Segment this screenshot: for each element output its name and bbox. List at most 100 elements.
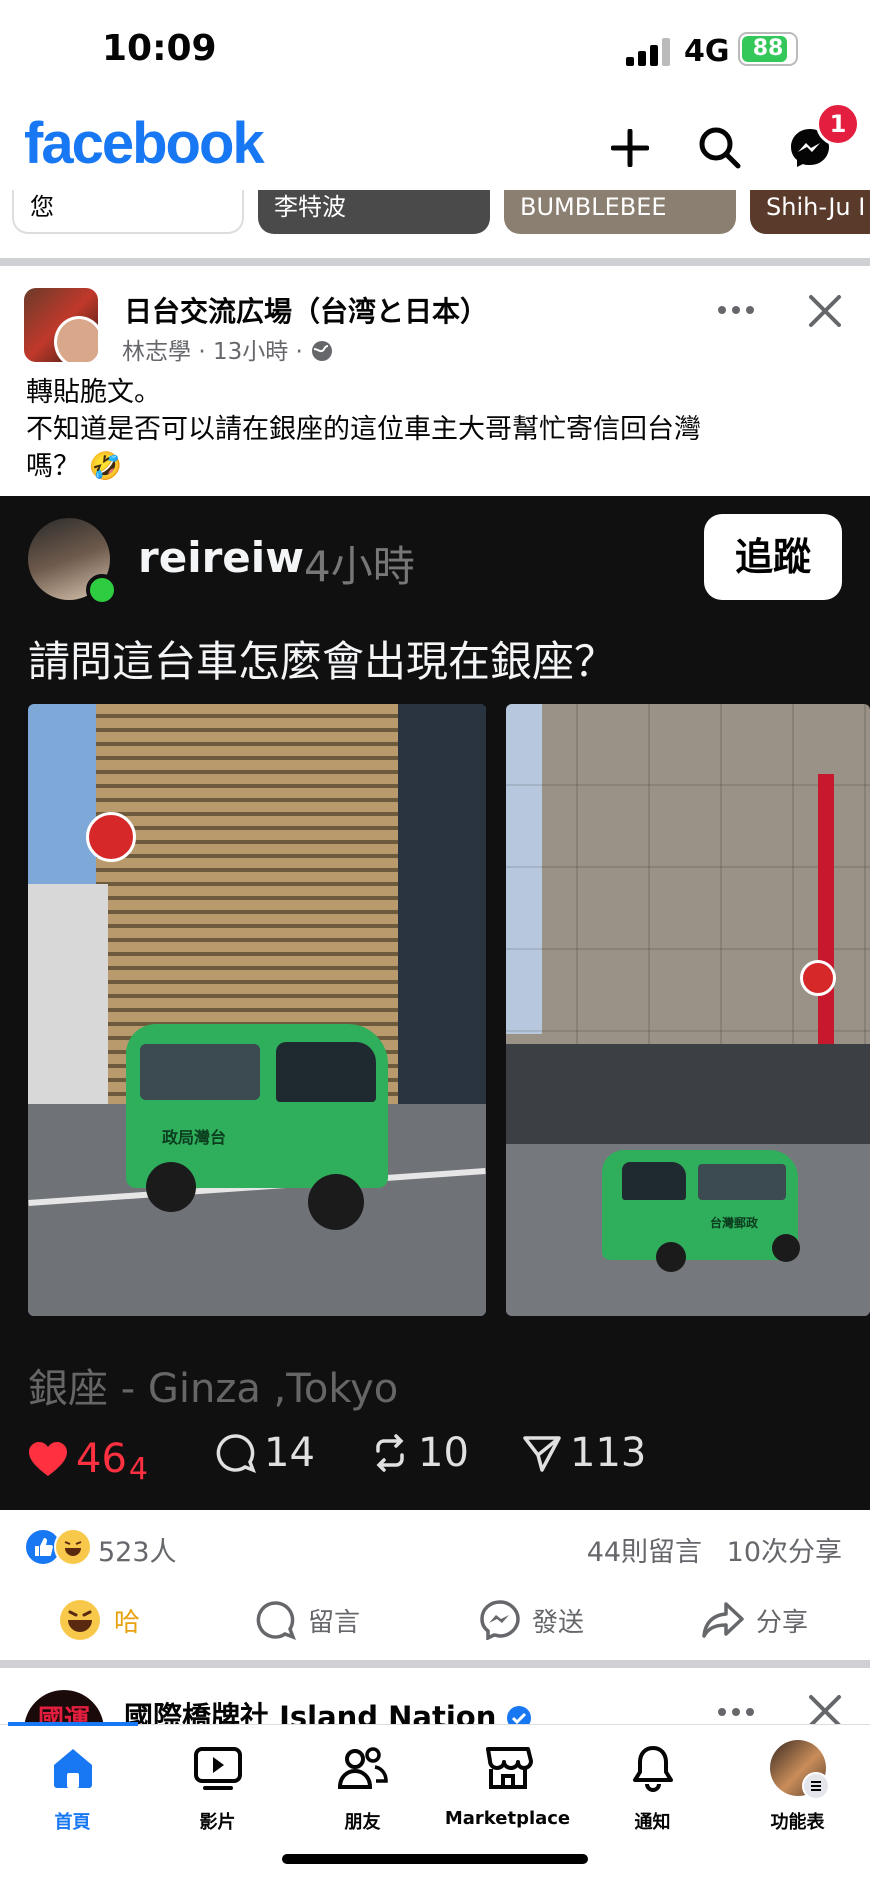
haha-button[interactable]: 哈 bbox=[58, 1596, 140, 1644]
tab-label: 功能表 bbox=[770, 1812, 825, 1833]
tab-friends[interactable]: 朋友 bbox=[290, 1738, 435, 1834]
battery-level: 88 bbox=[752, 36, 784, 61]
tab-video[interactable]: 影片 bbox=[145, 1738, 290, 1834]
home-icon bbox=[53, 1749, 92, 1788]
threads-comments: 14 bbox=[216, 1430, 315, 1476]
threads-likes: 46 4 bbox=[28, 1430, 148, 1487]
tab-marketplace[interactable]: Marketplace bbox=[435, 1738, 580, 1829]
battery-icon: 88 bbox=[738, 32, 798, 66]
haha-label: 哈 bbox=[114, 1607, 141, 1638]
tab-label: 通知 bbox=[634, 1812, 671, 1833]
threads-time: 4小時 bbox=[304, 542, 415, 591]
send-icon bbox=[523, 1436, 561, 1472]
divider bbox=[0, 258, 870, 266]
video-icon bbox=[193, 1747, 242, 1790]
status-bar: 10:09 4G 88 bbox=[0, 0, 870, 100]
tab-menu[interactable]: 功能表 bbox=[725, 1738, 870, 1834]
share-label: 分享 bbox=[756, 1607, 809, 1638]
marketplace-icon bbox=[485, 1747, 533, 1789]
story-card[interactable]: BUMBLEBEE bbox=[504, 190, 736, 234]
status-time: 10:09 bbox=[102, 28, 217, 69]
tab-label: Marketplace bbox=[444, 1808, 571, 1829]
more-options-button[interactable] bbox=[716, 298, 756, 322]
post-text-line: 嗎？ 🤣 bbox=[26, 451, 123, 482]
share-count[interactable]: 10次分享 bbox=[727, 1537, 842, 1568]
comments-count: 14 bbox=[264, 1430, 315, 1476]
messenger-icon bbox=[480, 1600, 520, 1640]
send-button[interactable]: 發送 bbox=[480, 1596, 584, 1644]
group-avatar[interactable] bbox=[24, 288, 98, 362]
green-van: 台灣郵政 bbox=[602, 1150, 798, 1260]
threads-shares: 113 bbox=[522, 1430, 646, 1476]
threads-username: reireiw bbox=[138, 533, 304, 582]
story-card[interactable]: 您 bbox=[12, 190, 244, 234]
heart-icon bbox=[29, 1441, 67, 1476]
story-card[interactable]: Shih-Ju I bbox=[750, 190, 870, 234]
comment-label: 留言 bbox=[308, 1607, 361, 1638]
search-icon bbox=[699, 127, 741, 169]
van-text: 政局灣台 bbox=[162, 1128, 227, 1147]
street-photo: 政局灣台 bbox=[28, 704, 486, 1316]
threads-reposts: 10 bbox=[370, 1430, 469, 1476]
close-post-button[interactable] bbox=[808, 294, 842, 328]
online-indicator bbox=[86, 574, 118, 606]
close-icon bbox=[809, 1695, 841, 1724]
no-entry-sign bbox=[800, 960, 836, 996]
search-button[interactable] bbox=[692, 120, 748, 176]
comment-count[interactable]: 44則留言 bbox=[587, 1537, 702, 1568]
close-post-button[interactable] bbox=[808, 1694, 842, 1724]
group-name[interactable]: 日台交流広場（台湾と日本） bbox=[124, 290, 488, 330]
tab-notifications[interactable]: 通知 bbox=[580, 1738, 725, 1834]
more-options-button[interactable] bbox=[716, 1700, 756, 1724]
more-icon bbox=[718, 306, 754, 314]
haha-icon bbox=[60, 1600, 100, 1640]
bell-icon bbox=[632, 1746, 673, 1792]
create-button[interactable] bbox=[602, 120, 658, 176]
close-icon bbox=[809, 295, 841, 327]
globe-icon bbox=[312, 341, 333, 361]
likes-count-sub: 4 bbox=[128, 1452, 148, 1487]
friends-icon bbox=[337, 1747, 388, 1789]
author-name[interactable]: 林志學 bbox=[122, 339, 191, 365]
menu-icon bbox=[801, 1772, 830, 1800]
tab-home[interactable]: 首頁 bbox=[0, 1738, 145, 1834]
haha-reaction-icon bbox=[54, 1528, 92, 1566]
threads-question: 請問這台車怎麼會出現在銀座？ bbox=[28, 637, 617, 686]
more-icon bbox=[718, 1708, 754, 1716]
signal-icon bbox=[626, 38, 670, 66]
engagement-summary[interactable]: 44則留言 10次分享 bbox=[587, 1530, 842, 1569]
reaction-count[interactable]: 523人 bbox=[98, 1530, 177, 1569]
network-type: 4G bbox=[684, 34, 730, 69]
share-icon bbox=[702, 1602, 744, 1638]
home-indicator[interactable] bbox=[282, 1854, 588, 1864]
post-text: 轉貼脆文。 不知道是否可以請在銀座的這位車主大哥幫忙寄信回台灣 嗎？ 🤣 bbox=[26, 374, 826, 485]
facebook-logo[interactable]: facebook bbox=[24, 110, 265, 177]
comment-icon bbox=[256, 1601, 296, 1640]
comment-button[interactable]: 留言 bbox=[256, 1596, 360, 1644]
share-button[interactable]: 分享 bbox=[702, 1596, 808, 1644]
street-photo: 台灣郵政 bbox=[506, 704, 870, 1316]
no-entry-sign bbox=[86, 812, 136, 862]
repost-icon bbox=[376, 1434, 404, 1472]
reposts-count: 10 bbox=[418, 1430, 469, 1476]
profile-avatar bbox=[769, 1740, 830, 1800]
active-tab-indicator bbox=[8, 1722, 138, 1726]
shares-count: 113 bbox=[570, 1430, 647, 1476]
post-text-line: 轉貼脆文。 bbox=[26, 377, 161, 408]
post-text-line: 不知道是否可以請在銀座的這位車主大哥幫忙寄信回台灣 bbox=[26, 414, 701, 445]
likes-count: 46 bbox=[76, 1435, 127, 1482]
post-time: 13小時 bbox=[212, 339, 289, 365]
notification-badge: 1 bbox=[816, 102, 860, 146]
tab-label: 影片 bbox=[199, 1812, 236, 1833]
follow-button: 追蹤 bbox=[704, 514, 842, 600]
threads-location: 銀座 - Ginza ,Tokyo bbox=[28, 1366, 399, 1412]
tab-label: 朋友 bbox=[344, 1812, 381, 1833]
tab-label: 首頁 bbox=[54, 1812, 91, 1833]
send-label: 發送 bbox=[532, 1607, 585, 1638]
story-card[interactable]: 李特波 bbox=[258, 190, 490, 234]
plus-icon bbox=[611, 129, 649, 167]
divider bbox=[0, 1660, 870, 1668]
post-meta: 林志學 · 13小時 · bbox=[122, 332, 334, 366]
comment-icon bbox=[216, 1434, 256, 1473]
van-text: 台灣郵政 bbox=[710, 1216, 759, 1230]
